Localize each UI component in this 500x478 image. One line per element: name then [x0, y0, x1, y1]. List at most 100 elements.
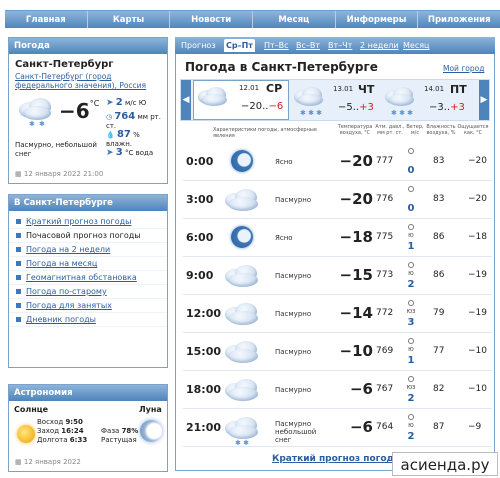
menu-bullet-icon: [16, 247, 21, 252]
day-card-thu[interactable]: ✱ ✱ ✱ 13.01 ЧТ −5..+3: [290, 81, 386, 119]
calendar-icon: ▦: [15, 170, 22, 178]
tab-sun-tue[interactable]: Вс–Вт: [294, 39, 322, 52]
row-feels: −10: [468, 384, 487, 394]
row-temp: −15: [339, 266, 373, 284]
day-cloud-icon: [196, 85, 230, 109]
region-link[interactable]: Санкт-Петербург (город федерального знач…: [15, 72, 161, 90]
row-temp: −10: [339, 342, 373, 360]
row-feels: −20: [468, 156, 487, 166]
row-pressure: 773: [376, 270, 394, 280]
moon-icon: [231, 226, 253, 248]
row-time: 9:00: [186, 269, 214, 282]
row-humidity: 86: [433, 270, 445, 280]
nav-informers[interactable]: Информеры: [336, 11, 419, 28]
tab-month[interactable]: Месяц: [401, 39, 431, 52]
forecast-row: 18:00 Пасмурно −6 767 ЮЗ 2 82 −10: [183, 371, 492, 409]
astronomy-panel: Астрономия Солнце Луна Восход 9:50 Заход…: [8, 384, 168, 472]
row-humidity: 77: [433, 346, 445, 356]
wind-direction-icon: [408, 148, 414, 154]
cloud-icon: [223, 377, 263, 405]
wind-row: ➤ 2 м/с Ю: [106, 97, 147, 108]
row-pressure: 769: [376, 346, 394, 356]
row-desc: Пасмурно: [275, 272, 312, 280]
nav-month[interactable]: Месяц: [253, 11, 336, 28]
tab-wed-fri[interactable]: Ср–Пт: [224, 39, 255, 52]
wind-direction-icon: [408, 338, 414, 344]
menu-diary[interactable]: Дневник погоды: [9, 313, 167, 327]
menu-geomagnetic[interactable]: Геомагнитная обстановка: [9, 271, 167, 285]
short-forecast-link[interactable]: Краткий прогноз погоды: [272, 454, 402, 464]
row-desc: Пасмурно небольшой снег: [275, 420, 317, 444]
panel-title: Погода: [9, 38, 167, 54]
day-cloud-icon: ✱ ✱ ✱: [292, 85, 326, 117]
row-desc: Пасмурно: [275, 196, 312, 204]
row-feels: −20: [468, 194, 487, 204]
cloud-icon: [223, 187, 263, 215]
water-arrow-icon: ➤: [106, 148, 114, 158]
pressure-row: ◷ 764 мм рт. ст.: [106, 111, 161, 130]
wind-direction-icon: [408, 224, 414, 230]
tab-tue-thu[interactable]: Вт–Чт: [326, 39, 354, 52]
row-feels: −10: [468, 346, 487, 356]
wind-direction-icon: [408, 186, 414, 192]
forecast-row: 0:00 Ясно −20 777 0 83 −20: [183, 143, 492, 181]
nav-news[interactable]: Новости: [170, 11, 254, 28]
spb-menu-title: В Санкт-Петербурге: [9, 195, 167, 211]
row-wind: Ю2: [405, 414, 417, 444]
menu-bullet-icon: [16, 233, 21, 238]
menu-busy[interactable]: Погода для занятых: [9, 299, 167, 313]
row-desc: Пасмурно: [275, 310, 312, 318]
row-feels: −18: [468, 232, 487, 242]
row-time: 12:00: [186, 307, 222, 320]
tab-fri-sun[interactable]: Пт–Вс: [262, 39, 291, 52]
spb-menu-panel: В Санкт-Петербурге Краткий прогноз погод…: [8, 194, 168, 368]
menu-bullet-icon: [16, 303, 21, 308]
my-city-link[interactable]: Мой город: [443, 64, 484, 73]
row-feels: −19: [468, 308, 487, 318]
forecast-row: 12:00 Пасмурно −14 772 ЮЗ 3 79 −19: [183, 295, 492, 333]
row-desc: Пасмурно: [275, 348, 312, 356]
menu-two-weeks[interactable]: Погода на 2 недели: [9, 243, 167, 257]
menu-bullet-icon: [16, 275, 21, 280]
row-humidity: 83: [433, 194, 445, 204]
menu-short-forecast[interactable]: Краткий прогноз погоды: [9, 215, 167, 229]
moon-icon: [140, 420, 162, 442]
forecast-tabs: Прогноз Ср–Пт Пт–Вс Вс–Вт Вт–Чт 2 недели…: [175, 37, 495, 54]
updated-time: ▦ 12 января 2022 21:00: [15, 170, 104, 178]
tab-two-weeks[interactable]: 2 недели: [358, 39, 401, 52]
menu-month[interactable]: Погода на месяц: [9, 257, 167, 271]
calendar-icon: ▦: [15, 458, 22, 466]
menu-hourly-forecast[interactable]: Почасовой прогноз погоды: [9, 229, 167, 243]
nav-maps[interactable]: Карты: [88, 11, 171, 28]
row-humidity: 83: [433, 156, 445, 166]
menu-old-style[interactable]: Погода по-старому: [9, 285, 167, 299]
col-conditions: Характеристики погоды, атмосферные явлен…: [213, 127, 317, 139]
col-temp: Температура воздуха, °C: [337, 124, 373, 136]
menu-bullet-icon: [16, 261, 21, 266]
forecast-row: 6:00 Ясно −18 775 Ю 1 86 −18: [183, 219, 492, 257]
row-desc: Ясно: [275, 158, 293, 166]
wind-icon: ➤: [106, 98, 114, 108]
current-temp: −6°C: [59, 99, 100, 123]
row-wind: ЮЗ 2: [405, 376, 417, 406]
col-humidity: Влажность воздуха, %: [426, 124, 456, 136]
menu-bullet-icon: [16, 289, 21, 294]
moon-label: Луна: [139, 405, 162, 414]
prev-day-arrow[interactable]: ◀: [181, 80, 191, 120]
col-feels: Ощущается как, °C: [457, 124, 489, 136]
wind-direction-icon: [408, 376, 414, 382]
row-time: 3:00: [186, 193, 214, 206]
day-card-fri[interactable]: ✱ ✱ ✱ 14.01 ПТ −3..+3: [381, 81, 477, 119]
water-row: ➤ 3 °С вода: [106, 147, 154, 158]
day-card-wed[interactable]: 12.01 СР −20..−6: [193, 80, 289, 120]
forecast-row: 3:00 Пасмурно −20 776 0 83 −20: [183, 181, 492, 219]
cloud-icon: [223, 339, 263, 367]
watermark: асиенда.ру: [392, 452, 498, 476]
cloud-icon: [223, 301, 263, 329]
tab-forecast[interactable]: Прогноз: [179, 39, 218, 52]
nav-home[interactable]: Главная: [5, 11, 88, 28]
astro-date: ▦ 12 января 2022: [15, 458, 81, 466]
next-day-arrow[interactable]: ▶: [479, 80, 489, 120]
nav-apps[interactable]: Приложения: [418, 11, 500, 28]
row-pressure: 772: [376, 308, 394, 318]
